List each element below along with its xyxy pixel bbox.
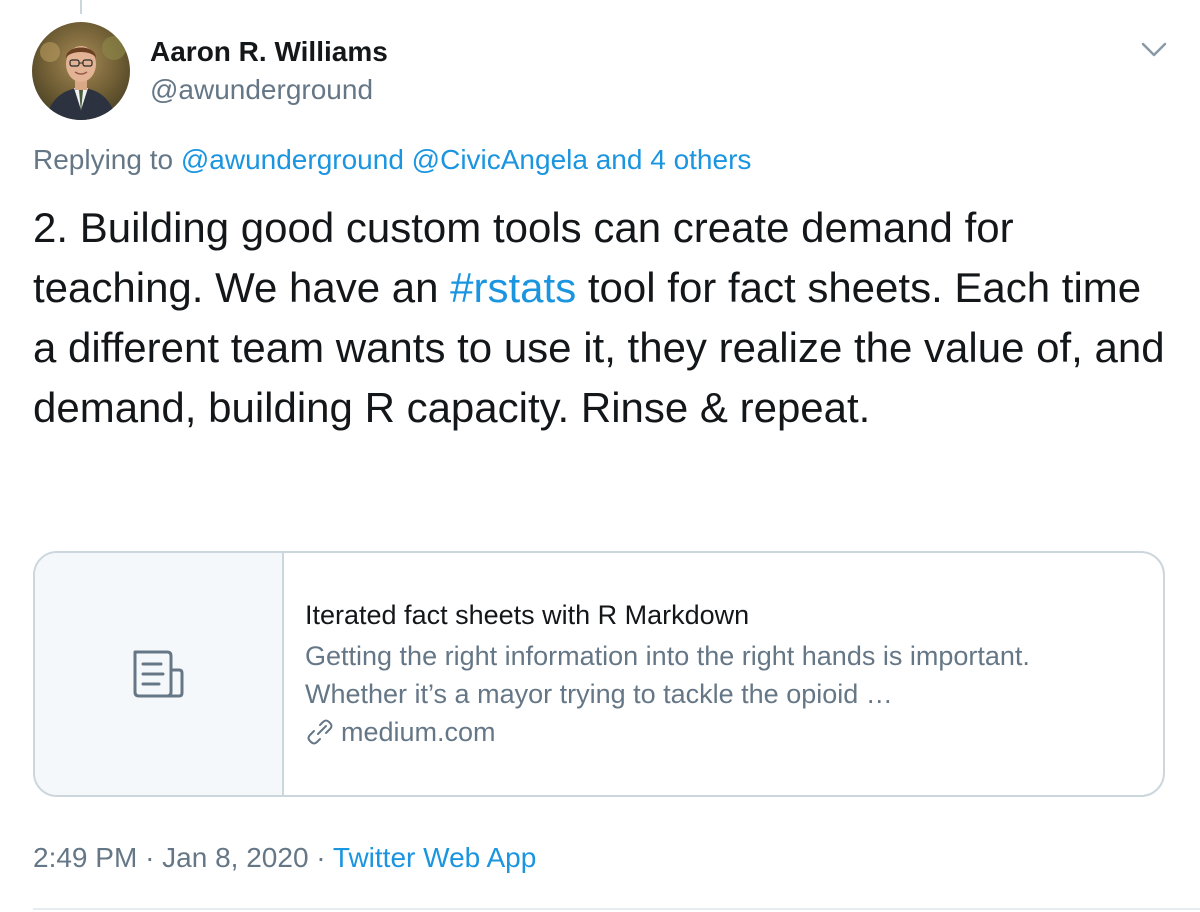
tweet-time[interactable]: 2:49 PM — [33, 842, 137, 873]
link-icon — [307, 719, 333, 745]
chevron-down-icon — [1141, 42, 1167, 57]
more-options-button[interactable] — [1138, 34, 1170, 66]
replying-to-line: Replying to @awunderground @CivicAngela … — [33, 144, 751, 176]
author-display-name[interactable]: Aaron R. Williams — [150, 36, 388, 68]
mention-link[interactable]: @CivicAngela — [412, 144, 588, 175]
document-icon — [133, 650, 183, 698]
thread-connector-line — [80, 0, 82, 14]
source-link[interactable]: Twitter Web App — [333, 842, 536, 873]
card-thumbnail — [35, 553, 284, 795]
meta-separator: · — [316, 842, 326, 873]
link-preview-card[interactable]: Iterated fact sheets with R Markdown Get… — [33, 551, 1165, 797]
card-body: Iterated fact sheets with R Markdown Get… — [284, 553, 1155, 795]
tweet-date[interactable]: Jan 8, 2020 — [162, 842, 308, 873]
author-handle[interactable]: @awunderground — [150, 74, 373, 106]
replying-to-label: Replying to — [33, 144, 174, 175]
hashtag-link[interactable]: #rstats — [450, 264, 576, 311]
card-description: Getting the right information into the r… — [305, 641, 1030, 709]
avatar[interactable] — [32, 22, 130, 120]
card-domain-text: medium.com — [341, 717, 496, 747]
tweet-meta: 2:49 PM · Jan 8, 2020 · Twitter Web App — [33, 842, 536, 874]
avatar-photo-icon — [32, 22, 130, 120]
tweet-text: 2. Building good custom tools can create… — [33, 198, 1173, 438]
divider — [33, 908, 1200, 910]
others-link[interactable]: and 4 others — [596, 144, 752, 175]
card-domain: medium.com — [305, 713, 1135, 751]
meta-separator: · — [145, 842, 155, 873]
card-title: Iterated fact sheets with R Markdown — [305, 600, 750, 630]
mention-link[interactable]: @awunderground — [181, 144, 404, 175]
